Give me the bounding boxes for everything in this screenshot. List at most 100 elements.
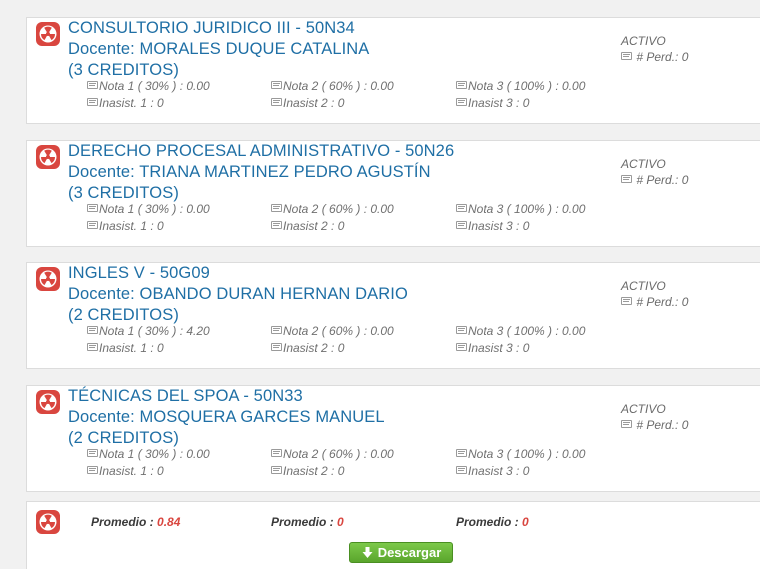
course-title[interactable]: INGLES V - 50G09 bbox=[68, 263, 408, 284]
course-teacher: Docente: MORALES DUQUE CATALINA bbox=[68, 40, 370, 58]
summary-panel: Promedio : 0.84 Promedio : 0 Promedio : … bbox=[26, 501, 760, 569]
nota-2: Nota 2 ( 60% ) : 0.00 bbox=[271, 201, 394, 218]
promedio-1: Promedio : 0.84 bbox=[91, 515, 180, 529]
radiation-icon bbox=[36, 145, 60, 169]
nota-3: Nota 3 ( 100% ) : 0.00 bbox=[456, 201, 585, 218]
status-text: ACTIVO bbox=[621, 34, 666, 48]
nota-3-text: Nota 3 ( 100% ) : 0.00 bbox=[468, 447, 586, 461]
inasist-2-text: Inasist 2 : 0 bbox=[283, 219, 345, 233]
radiation-icon bbox=[36, 22, 60, 46]
inasist-2-text: Inasist 2 : 0 bbox=[283, 341, 345, 355]
inasist-3-text: Inasist 3 : 0 bbox=[468, 219, 530, 233]
nota-2-text: Nota 2 ( 60% ) : 0.00 bbox=[283, 79, 394, 93]
nota-1-text: Nota 1 ( 30% ) : 4.20 bbox=[99, 324, 210, 338]
grades-block: Nota 1 ( 30% ) : 0.00 Nota 2 ( 60% ) : 0… bbox=[87, 446, 760, 480]
inasist-2-text: Inasist 2 : 0 bbox=[283, 464, 345, 478]
nota-2-text: Nota 2 ( 60% ) : 0.00 bbox=[283, 202, 394, 216]
message-icon bbox=[271, 204, 282, 212]
inasist-2: Inasist 2 : 0 bbox=[271, 218, 344, 235]
message-icon bbox=[456, 326, 467, 334]
course-card: CONSULTORIO JURIDICO III - 50N34 Docente… bbox=[26, 17, 760, 124]
message-icon bbox=[87, 221, 98, 229]
promedio-3-label: Promedio : bbox=[456, 515, 519, 529]
download-button[interactable]: Descargar bbox=[349, 542, 453, 563]
perd-count: # Perd.: 0 bbox=[621, 49, 688, 65]
promedio-2-label: Promedio : bbox=[271, 515, 334, 529]
course-title-block[interactable]: CONSULTORIO JURIDICO III - 50N34 Docente… bbox=[68, 18, 369, 81]
course-title-block[interactable]: TÉCNICAS DEL SPOA - 50N33 Docente: MOSQU… bbox=[68, 386, 385, 449]
message-icon bbox=[87, 98, 98, 106]
message-icon bbox=[87, 343, 98, 351]
inasist-3-text: Inasist 3 : 0 bbox=[468, 464, 530, 478]
inasist-1-text: Inasist. 1 : 0 bbox=[99, 96, 164, 110]
message-icon bbox=[271, 221, 282, 229]
inasist-1: Inasist. 1 : 0 bbox=[87, 463, 164, 480]
message-icon bbox=[87, 81, 98, 89]
course-card: DERECHO PROCESAL ADMINISTRATIVO - 50N26 … bbox=[26, 140, 760, 247]
course-card: INGLES V - 50G09 Docente: OBANDO DURAN H… bbox=[26, 262, 760, 369]
message-icon bbox=[456, 81, 467, 89]
perd-text: # Perd.: 0 bbox=[636, 295, 689, 309]
course-card: TÉCNICAS DEL SPOA - 50N33 Docente: MOSQU… bbox=[26, 385, 760, 492]
radiation-icon bbox=[36, 267, 60, 291]
message-icon bbox=[87, 449, 98, 457]
inasist-2: Inasist 2 : 0 bbox=[271, 95, 344, 112]
grades-block: Nota 1 ( 30% ) : 4.20 Nota 2 ( 60% ) : 0… bbox=[87, 323, 760, 357]
message-icon bbox=[456, 449, 467, 457]
radiation-icon bbox=[36, 510, 60, 534]
perd-count: # Perd.: 0 bbox=[621, 172, 688, 188]
message-icon bbox=[271, 343, 282, 351]
perd-text: # Perd.: 0 bbox=[636, 418, 689, 432]
inasist-3-text: Inasist 3 : 0 bbox=[468, 96, 530, 110]
nota-1: Nota 1 ( 30% ) : 0.00 bbox=[87, 201, 210, 218]
course-title-block[interactable]: INGLES V - 50G09 Docente: OBANDO DURAN H… bbox=[68, 263, 408, 326]
inasist-2: Inasist 2 : 0 bbox=[271, 463, 344, 480]
perd-text: # Perd.: 0 bbox=[636, 173, 689, 187]
status-block: ACTIVO # Perd.: 0 bbox=[621, 33, 688, 65]
nota-2: Nota 2 ( 60% ) : 0.00 bbox=[271, 78, 394, 95]
course-title[interactable]: TÉCNICAS DEL SPOA - 50N33 bbox=[68, 386, 385, 407]
message-icon bbox=[456, 466, 467, 474]
download-label: Descargar bbox=[377, 545, 442, 560]
nota-3: Nota 3 ( 100% ) : 0.00 bbox=[456, 446, 585, 463]
nota-2-text: Nota 2 ( 60% ) : 0.00 bbox=[283, 447, 394, 461]
promedio-3: Promedio : 0 bbox=[456, 515, 529, 529]
grades-block: Nota 1 ( 30% ) : 0.00 Nota 2 ( 60% ) : 0… bbox=[87, 201, 760, 235]
inasist-1: Inasist. 1 : 0 bbox=[87, 218, 164, 235]
status-text: ACTIVO bbox=[621, 157, 666, 171]
nota-3: Nota 3 ( 100% ) : 0.00 bbox=[456, 323, 585, 340]
course-title[interactable]: CONSULTORIO JURIDICO III - 50N34 bbox=[68, 18, 369, 39]
message-icon bbox=[621, 175, 632, 183]
course-title[interactable]: DERECHO PROCESAL ADMINISTRATIVO - 50N26 bbox=[68, 141, 454, 162]
status-text: ACTIVO bbox=[621, 279, 666, 293]
nota-1-text: Nota 1 ( 30% ) : 0.00 bbox=[99, 79, 210, 93]
inasist-1-text: Inasist. 1 : 0 bbox=[99, 464, 164, 478]
nota-3-text: Nota 3 ( 100% ) : 0.00 bbox=[468, 202, 586, 216]
promedio-1-label: Promedio : bbox=[91, 515, 154, 529]
message-icon bbox=[456, 98, 467, 106]
perd-text: # Perd.: 0 bbox=[636, 50, 689, 64]
inasist-3-text: Inasist 3 : 0 bbox=[468, 341, 530, 355]
course-teacher: Docente: OBANDO DURAN HERNAN DARIO bbox=[68, 285, 408, 303]
promedio-3-value: 0 bbox=[522, 515, 529, 529]
download-arrow-icon bbox=[361, 546, 374, 559]
message-icon bbox=[271, 449, 282, 457]
message-icon bbox=[456, 343, 467, 351]
nota-2-text: Nota 2 ( 60% ) : 0.00 bbox=[283, 324, 394, 338]
nota-1-text: Nota 1 ( 30% ) : 0.00 bbox=[99, 447, 210, 461]
promedio-2-value: 0 bbox=[337, 515, 344, 529]
message-icon bbox=[271, 81, 282, 89]
message-icon bbox=[271, 326, 282, 334]
promedio-2: Promedio : 0 bbox=[271, 515, 344, 529]
inasist-3: Inasist 3 : 0 bbox=[456, 218, 529, 235]
course-title-block[interactable]: DERECHO PROCESAL ADMINISTRATIVO - 50N26 … bbox=[68, 141, 454, 204]
nota-2: Nota 2 ( 60% ) : 0.00 bbox=[271, 446, 394, 463]
message-icon bbox=[456, 204, 467, 212]
nota-1: Nota 1 ( 30% ) : 4.20 bbox=[87, 323, 210, 340]
grades-block: Nota 1 ( 30% ) : 0.00 Nota 2 ( 60% ) : 0… bbox=[87, 78, 760, 112]
nota-1: Nota 1 ( 30% ) : 0.00 bbox=[87, 78, 210, 95]
status-text: ACTIVO bbox=[621, 402, 666, 416]
message-icon bbox=[271, 466, 282, 474]
promedio-1-value: 0.84 bbox=[157, 515, 181, 529]
perd-count: # Perd.: 0 bbox=[621, 294, 688, 310]
